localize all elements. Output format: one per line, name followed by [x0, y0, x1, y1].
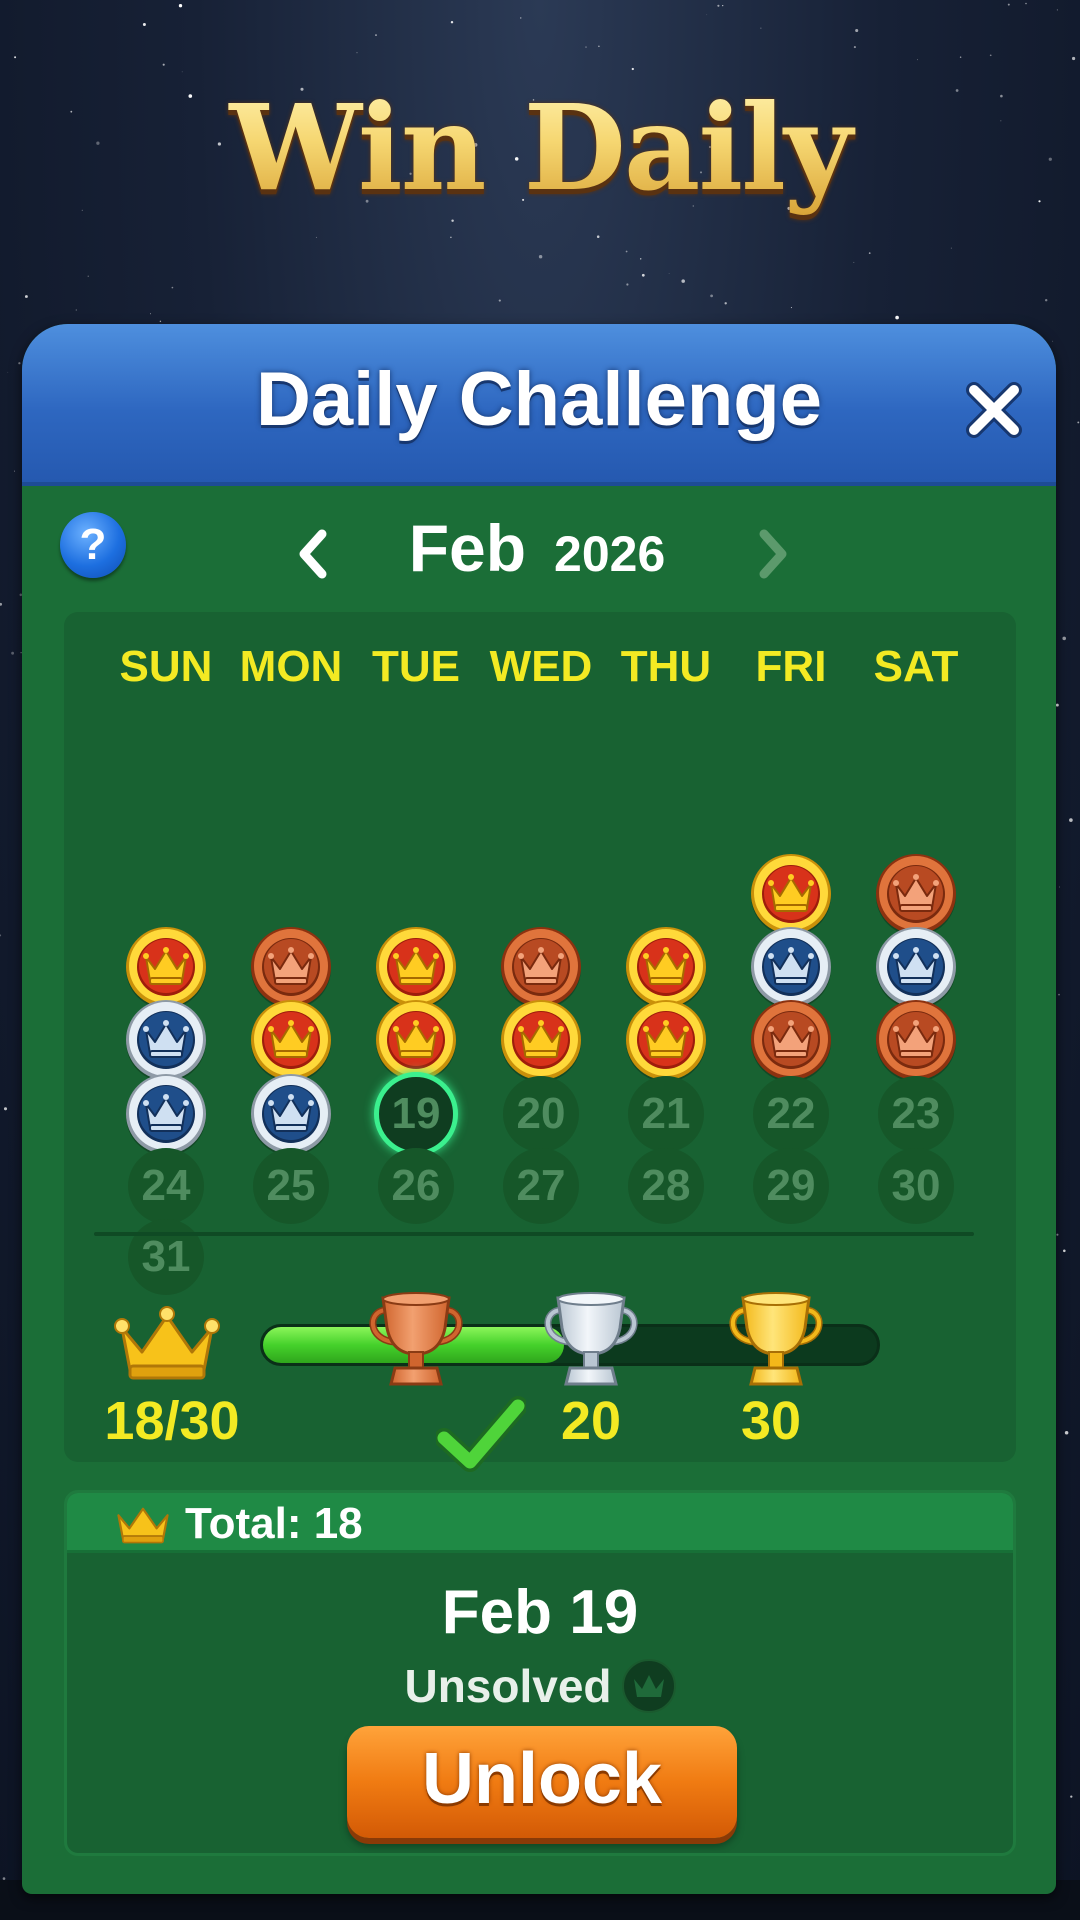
month-name: Feb — [408, 511, 527, 585]
day-number: 25 — [253, 1148, 329, 1224]
day-number: 24 — [128, 1148, 204, 1224]
day-number: 22 — [753, 1076, 829, 1152]
calendar-day-6[interactable] — [499, 925, 583, 1009]
calendar-day-12[interactable] — [374, 998, 458, 1082]
panel-title: Daily Challenge — [256, 357, 822, 442]
milestone-label-30: 30 — [740, 1391, 802, 1451]
weekday-mon: MON — [239, 642, 343, 691]
calendar-day-30[interactable]: 30 — [874, 1144, 958, 1228]
next-month-button[interactable] — [752, 524, 796, 584]
silver-trophy-icon — [536, 1288, 646, 1398]
calendar-day-31[interactable]: 31 — [124, 1215, 208, 1299]
calendar-day-5[interactable] — [374, 925, 458, 1009]
day-number: 29 — [753, 1148, 829, 1224]
calendar-day-9[interactable] — [874, 925, 958, 1009]
calendar-day-13[interactable] — [499, 998, 583, 1082]
gold-crown-medal-icon — [749, 852, 833, 936]
panel-header: Daily Challenge — [22, 324, 1056, 486]
bronze-crown-medal-icon — [874, 852, 958, 936]
day-number: 26 — [378, 1148, 454, 1224]
crown-icon — [114, 1306, 220, 1380]
calendar-day-26[interactable]: 26 — [374, 1144, 458, 1228]
status-row: Unsolved — [67, 1658, 1013, 1717]
gold-crown-medal-icon — [374, 925, 458, 1009]
bronze-crown-medal-icon — [499, 925, 583, 1009]
calendar-day-25[interactable]: 25 — [249, 1144, 333, 1228]
gold-crown-medal-icon — [374, 998, 458, 1082]
day-number: 28 — [628, 1148, 704, 1224]
total-label: Total: 18 — [185, 1499, 363, 1548]
crown-small-icon — [117, 1507, 169, 1544]
silver-crown-medal-icon — [124, 998, 208, 1082]
day-number: 27 — [503, 1148, 579, 1224]
bronze-trophy-icon — [361, 1288, 471, 1398]
calendar-day-3[interactable] — [124, 925, 208, 1009]
close-icon — [966, 382, 1022, 438]
weekday-header: SUN MON TUE WED THU FRI SAT — [64, 642, 1016, 702]
weekday-tue: TUE — [372, 642, 460, 691]
close-button[interactable] — [962, 378, 1026, 442]
day-detail-box: Total: 18 Feb 19 Unsolved Unlock — [64, 1490, 1016, 1856]
bronze-crown-medal-icon — [874, 998, 958, 1082]
year: 2026 — [554, 526, 666, 582]
day-number: 20 — [503, 1076, 579, 1152]
weekday-sat: SAT — [873, 642, 959, 691]
milestone-label-20: 20 — [560, 1391, 622, 1451]
calendar-day-16[interactable] — [874, 998, 958, 1082]
calendar-day-2[interactable] — [874, 852, 958, 936]
bronze-crown-medal-icon — [249, 925, 333, 1009]
calendar-day-15[interactable] — [749, 998, 833, 1082]
divider — [94, 1232, 974, 1236]
gold-crown-medal-icon — [249, 998, 333, 1082]
day-number: 31 — [128, 1219, 204, 1295]
day-number: 30 — [878, 1148, 954, 1224]
calendar-day-27[interactable]: 27 — [499, 1144, 583, 1228]
gold-crown-medal-icon — [124, 925, 208, 1009]
weekday-fri: FRI — [755, 642, 827, 691]
calendar-day-4[interactable] — [249, 925, 333, 1009]
selected-date: Feb 19 — [441, 1578, 639, 1647]
chevron-right-icon — [759, 529, 787, 579]
calendar-day-8[interactable] — [749, 925, 833, 1009]
calendar-day-11[interactable] — [249, 998, 333, 1082]
calendar: SUN MON TUE WED THU FRI SAT 19 20 21 22 … — [64, 612, 1016, 1472]
calendar-day-10[interactable] — [124, 998, 208, 1082]
weekday-sun: SUN — [119, 642, 213, 691]
calendar-day-28[interactable]: 28 — [624, 1144, 708, 1228]
silver-crown-medal-icon — [749, 925, 833, 1009]
gold-crown-medal-icon — [624, 925, 708, 1009]
status-text: Unsolved — [404, 1660, 612, 1712]
unsolved-crown-icon — [621, 1658, 676, 1713]
hero-title: Win Daily — [0, 78, 1080, 217]
calendar-day-29[interactable]: 29 — [749, 1144, 833, 1228]
daily-challenge-panel: Daily Challenge ? Feb 2026 SUN MON TUE WED TH… — [22, 324, 1056, 1894]
help-button[interactable]: ? — [60, 512, 126, 578]
calendar-day-7[interactable] — [624, 925, 708, 1009]
bronze-crown-medal-icon — [749, 998, 833, 1082]
weekday-thu: THU — [620, 642, 712, 691]
silver-crown-medal-icon — [874, 925, 958, 1009]
calendar-day-14[interactable] — [624, 998, 708, 1082]
gold-crown-medal-icon — [624, 998, 708, 1082]
check-icon — [436, 1396, 526, 1472]
month-label: Feb 2026 — [322, 510, 752, 586]
day-number: 21 — [628, 1076, 704, 1152]
total-header: Total: 18 — [67, 1493, 1013, 1553]
weekday-wed: WED — [489, 642, 593, 691]
gold-crown-medal-icon — [499, 998, 583, 1082]
gold-trophy-icon — [721, 1288, 831, 1398]
unlock-button[interactable]: Unlock — [347, 1726, 737, 1838]
day-number: 23 — [878, 1076, 954, 1152]
calendar-day-1[interactable] — [749, 852, 833, 936]
score-label: 18/30 — [104, 1391, 240, 1451]
